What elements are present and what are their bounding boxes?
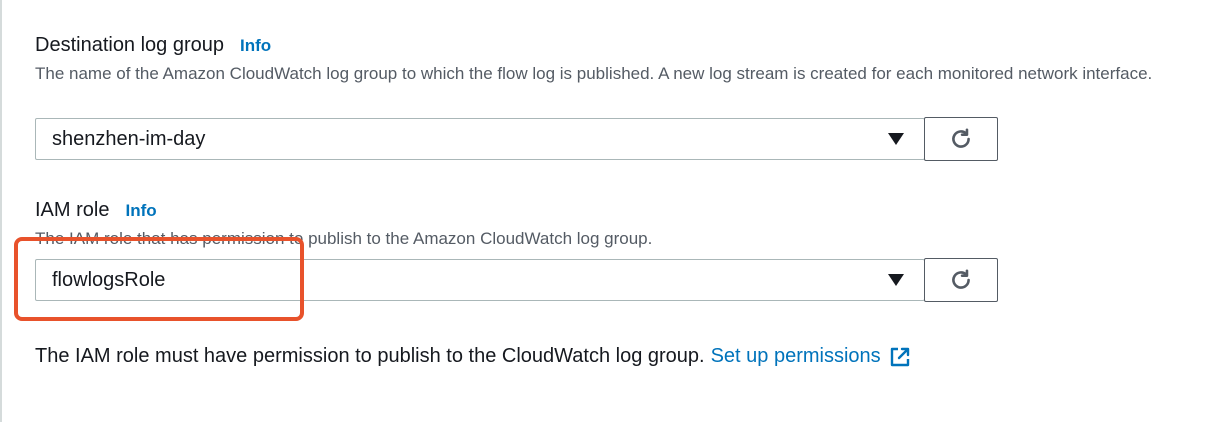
iam-role-description: The IAM role that has permission to publ… (35, 229, 653, 248)
destination-log-group-label: Destination log group (35, 34, 225, 56)
refresh-icon (952, 269, 970, 289)
permissions-note: The IAM role must have permission to pub… (35, 345, 911, 368)
destination-log-group-label-row: Destination log group Info (35, 34, 1232, 57)
panel-border (0, 0, 2, 422)
destination-log-group-info-link[interactable]: Info (240, 36, 271, 56)
destination-log-group-refresh-button[interactable] (924, 117, 998, 161)
caret-down-icon (888, 133, 904, 145)
iam-role-label: IAM role (35, 199, 110, 221)
iam-role-field: IAM role Info The IAM role that has perm… (35, 199, 1232, 251)
destination-log-group-description: The name of the Amazon CloudWatch log gr… (35, 64, 1153, 83)
external-link-icon (890, 347, 909, 366)
iam-role-selected-value: flowlogsRole (52, 268, 166, 291)
caret-down-icon (888, 274, 904, 286)
iam-role-info-link[interactable]: Info (125, 201, 156, 221)
iam-role-label-row: IAM role Info (35, 199, 1232, 222)
refresh-icon (952, 128, 970, 148)
iam-role-refresh-button[interactable] (924, 258, 998, 302)
set-up-permissions-link[interactable]: Set up permissions (711, 345, 911, 368)
permissions-note-text: The IAM role must have permission to pub… (35, 345, 705, 367)
destination-log-group-selected-value: shenzhen-im-day (52, 127, 206, 150)
destination-log-group-select[interactable]: shenzhen-im-day (35, 118, 925, 160)
flow-log-destination-form: Destination log group Info The name of t… (0, 0, 1232, 422)
iam-role-select[interactable]: flowlogsRole (35, 259, 925, 301)
set-up-permissions-label: Set up permissions (710, 345, 881, 367)
destination-log-group-field: Destination log group Info The name of t… (35, 34, 1232, 86)
